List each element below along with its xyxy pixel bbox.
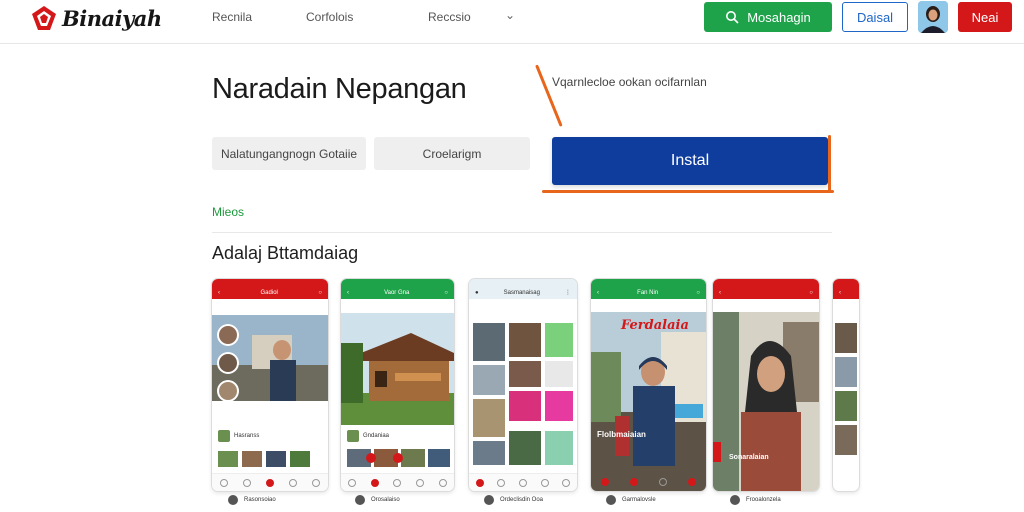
secondary-header-button[interactable]: Daisal [842, 2, 908, 32]
hero-description: Vqarnlecloe ookan ocifarnlan [552, 75, 707, 89]
action-button-2[interactable]: Croelarigm [374, 137, 530, 170]
card-caption-5: Frooalonzela [730, 495, 781, 505]
phone-appbar-title: Gadiol [260, 289, 278, 296]
back-arrow-icon: ‹ [597, 289, 599, 296]
phone-appbar-title: Vaor Gna [384, 289, 410, 296]
primary-header-button[interactable]: Neai [958, 2, 1012, 32]
annotation-stroke [535, 64, 563, 127]
menu-icon: ○ [444, 289, 448, 296]
avatar [228, 495, 238, 505]
nav-link-2[interactable]: Corfolois [306, 10, 353, 24]
search-button-label: Mosahagin [747, 9, 811, 25]
phone-appbar-title: Fan Nin [637, 289, 659, 296]
nav-link-1[interactable]: Recnila [212, 10, 252, 24]
annotation-stroke [828, 135, 831, 193]
avatar [355, 495, 365, 505]
avatar [730, 495, 740, 505]
search-icon [726, 11, 739, 24]
back-arrow-icon: ‹ [218, 289, 220, 296]
phone-overlay-title: Ferdalaia [621, 318, 689, 333]
phone-overlay-subtitle: Sonaralaian [729, 454, 769, 461]
screenshot-card-2[interactable]: ‹ Vaor Gna ○ Gndaniaa [341, 279, 454, 491]
brand-logo[interactable]: Binaiyah [30, 4, 162, 32]
screenshot-card-5[interactable]: ‹ ○ Sonaralaian [713, 279, 819, 491]
nav-link-3[interactable]: Reccsio [428, 10, 471, 24]
more-link[interactable]: Mieos [212, 205, 244, 219]
menu-icon: ⋮ [564, 290, 571, 296]
chevron-down-icon[interactable]: ⌄ [505, 8, 515, 22]
annotation-underline [542, 190, 834, 193]
page-title: Naradain Nepangan [212, 73, 467, 105]
caption-text: Frooalonzela [746, 497, 781, 503]
screenshot-card-1[interactable]: ‹ Gadiol ○ Hasranss [212, 279, 328, 491]
phone-row-label: Hasranss [234, 433, 260, 439]
screenshot-card-6[interactable]: ‹ [833, 279, 859, 491]
menu-icon: ○ [696, 289, 700, 296]
card-caption-2: Orosalaiso [355, 495, 400, 505]
screenshot-card-3[interactable]: ● Sasmanaisag ⋮ [469, 279, 577, 491]
top-header: Binaiyah Recnila Corfolois Reccsio ⌄ Mos… [0, 0, 1024, 44]
logo-text: Binaiyah [62, 5, 162, 31]
install-button[interactable]: Instal [552, 137, 828, 185]
action-button-1[interactable]: Nalatungangnogn Gotaiie [212, 137, 366, 170]
caption-text: Garmalovsle [622, 497, 656, 503]
back-arrow-icon: ‹ [839, 289, 841, 296]
app-icon: ● [475, 289, 479, 296]
back-arrow-icon: ‹ [719, 289, 721, 296]
phone-appbar-title: Sasmanaisag [503, 289, 540, 296]
card-caption-3: Ordeclisdin Ooa [484, 495, 543, 505]
menu-icon: ○ [318, 289, 322, 296]
caption-text: Ordeclisdin Ooa [500, 497, 544, 503]
search-button[interactable]: Mosahagin [704, 2, 832, 32]
caption-text: Rasonsoiao [244, 497, 276, 503]
phone-row-label: Gndaniaa [363, 433, 390, 439]
section-divider [212, 232, 832, 233]
avatar [606, 495, 616, 505]
card-caption-1: Rasonsoiao [228, 495, 276, 505]
phone-overlay-subtitle: Flolbmaiaian [597, 430, 646, 439]
card-caption-4: Garmalovsle [606, 495, 656, 505]
screenshot-card-4[interactable]: ‹ Fan Nin ○ Ferdalaia Flolbmaiaian [591, 279, 706, 491]
caption-text: Orosalaiso [371, 497, 400, 503]
menu-icon: ○ [809, 289, 813, 296]
avatar [484, 495, 494, 505]
section-title: Adalaj Bttamdaiag [212, 243, 359, 263]
user-avatar[interactable] [918, 1, 948, 33]
logo-mark-icon [32, 6, 56, 30]
back-arrow-icon: ‹ [347, 289, 349, 296]
